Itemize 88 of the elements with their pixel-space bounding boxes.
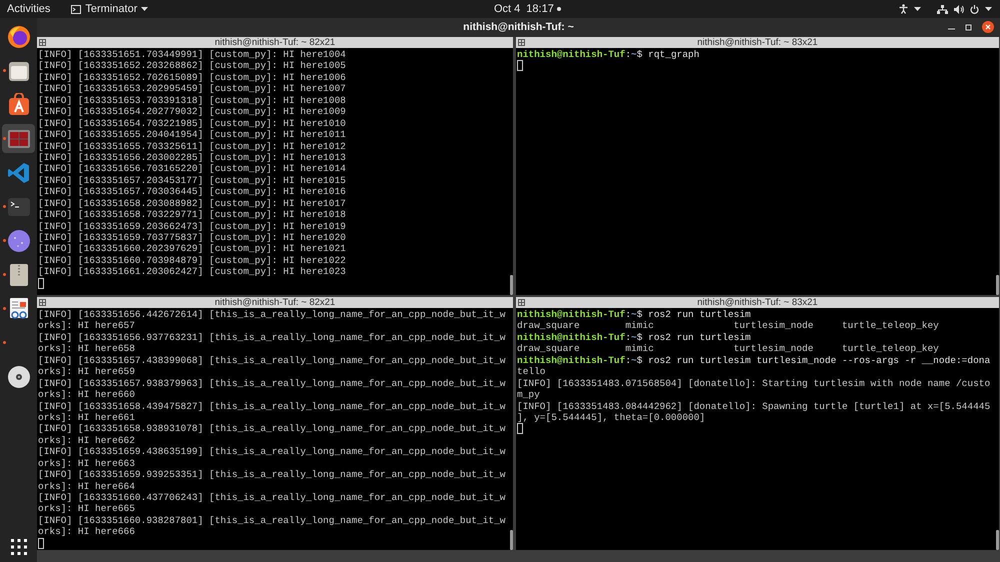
terminal-line: [INFO] [1633351661.203062427] [custom_py]: HI here1023 [38,266,346,278]
terminal-line: [INFO] [1633351651.703449991] [custom_py]: HI here1004 [38,49,346,60]
terminal-line: orks]: HI here657 [38,320,135,332]
terminal-line: [INFO] [1633351653.703391318] [custom_py]: HI here1008 [38,94,346,106]
terminal-line: draw_square mimic turtlesim_node turtle_teleop_key [517,320,939,332]
terminal-line: [INFO] [1633351656.442672614] [this_is_a_really_long_name_for_an_cpp_node_but_it_w [38,309,506,320]
terminal-line: [INFO] [1633351658.703229771] [custom_py]: HI here1018 [38,209,346,220]
terminal-line: nithish@nithish-Tuf:~$ rqt_graph [517,49,700,60]
terminal-line: orks]: HI here662 [38,434,135,446]
terminal-line: [INFO] [1633351655.703325611] [custom_py]: HI here1012 [38,140,346,152]
terminal-line: [INFO] [1633351660.437706243] [this_is_a_really_long_name_for_an_cpp_node_but_it_w [38,492,506,503]
orb-icon[interactable] [6,228,30,252]
caret-icon[interactable] [914,7,921,11]
code-editor-icon[interactable] [6,160,30,184]
scrollbar-thumb[interactable] [996,275,999,295]
caret-icon [141,7,148,11]
terminal-line: tello [517,366,546,378]
notification-dot-icon [557,7,561,11]
terminal-line: [INFO] [1633351652.702615089] [custom_py]: HI here1006 [38,72,346,83]
scrollbar-thumb[interactable] [510,275,513,295]
terminal-line: nithish@nithish-Tuf:~$ ros2 run turtlesim [517,309,751,320]
terminal-line: [INFO] [1633351653.202995459] [custom_py]: HI here1007 [38,83,346,94]
caret-icon[interactable] [985,7,992,11]
terminal-line: [INFO] [1633351660.938287801] [this_is_a_really_long_name_for_an_cpp_node_but_it_w [38,514,506,526]
shopping-bag-icon[interactable] [6,92,30,116]
grid-icon[interactable] [518,39,525,46]
terminal-line: [INFO] [1633351656.203002285] [custom_py]: HI here1013 [38,152,346,163]
terminal-line: orks]: HI here666 [38,526,135,538]
pane-title: nithish@nithish-Tuf: ~ 83x21 [697,297,818,308]
window-title: nithish@nithish-Tuf: ~ [463,20,574,35]
activities-button[interactable]: Activities [0,0,58,18]
app-menu[interactable]: Terminator [71,0,148,18]
terminal-line: [INFO] [1633351656.937763231] [this_is_a_really_long_name_for_an_cpp_node_but_it_w [38,332,506,343]
scrollbar-thumb[interactable] [996,530,999,550]
terminal-line: [INFO] [1633351655.204041954] [custom_py]: HI here1011 [38,129,346,140]
terminal-icon [71,4,82,14]
terminal-line: [INFO] [1633351658.938931078] [this_is_a_really_long_name_for_an_cpp_node_but_it_w [38,423,506,434]
terminal-line: orks]: HI here661 [38,412,135,423]
terminal-line: [INFO] [1633351658.439475827] [this_is_a_really_long_name_for_an_cpp_node_but_it_w [38,400,506,412]
terminal-line: [INFO] [1633351660.703984879] [custom_py]: HI here1022 [38,254,346,266]
terminal-line: nithish@nithish-Tuf:~$ ros2 run turtlesim turtlesim_node --ros-args -r __node:=dona [517,354,990,366]
terminal-line: [INFO] [1633351483.071568504] [donatello]: Starting turtlesim with node name /custo [517,378,990,389]
terminal-line: [INFO] [1633351657.703036445] [custom_py]: HI here1016 [38,186,346,198]
terminal-line: [INFO] [1633351660.202397629] [custom_py]: HI here1021 [38,243,346,254]
disc-icon[interactable] [6,364,30,388]
terminal-line: [INFO] [1633351652.203268862] [custom_py]: HI here1005 [38,60,346,72]
terminal-line: [INFO] [1633351657.938379963] [this_is_a_really_long_name_for_an_cpp_node_but_it_w [38,378,506,389]
terminal-line: [INFO] [1633351659.939253351] [this_is_a_really_long_name_for_an_cpp_node_but_it_w [38,469,506,480]
dock-highlight[interactable] [2,124,35,153]
clock[interactable]: Oct 4 18:17 [494,0,554,18]
volume-icon[interactable] [954,4,964,14]
pane-title: nithish@nithish-Tuf: ~ 83x21 [697,37,818,48]
terminal-line: orks]: HI here660 [38,389,135,400]
terminal-line: orks]: HI here665 [38,503,135,514]
grid-icon[interactable] [39,299,46,306]
cursor [38,538,44,549]
close-icon[interactable] [982,21,994,33]
terminal-line: [INFO] [1633351656.703165220] [custom_py]: HI here1014 [38,163,346,174]
cursor [517,423,523,434]
maximize-icon[interactable] [965,24,972,30]
scrollbar-thumb[interactable] [510,530,513,550]
pane-title: nithish@nithish-Tuf: ~ 82x21 [214,297,336,308]
terminal-line: orks]: HI here664 [38,480,135,492]
terminal-line: m_py [517,389,540,400]
terminal-line: [INFO] [1633351659.703775837] [custom_py]: HI here1020 [38,232,346,243]
terminal-line: [INFO] [1633351657.203453177] [custom_py]: HI here1015 [38,174,346,186]
terminal-line: [INFO] [1633351658.203088982] [custom_py]: HI here1017 [38,198,346,209]
accessibility-icon[interactable] [899,4,908,14]
terminal-line: orks]: HI here658 [38,343,135,354]
pane-title: nithish@nithish-Tuf: ~ 82x21 [214,37,336,48]
terminal-line: draw_square mimic turtlesim_node turtle_teleop_key [517,343,939,354]
cursor [517,60,523,72]
app-grid-icon[interactable] [10,538,28,556]
terminal-line: [INFO] [1633351657.438399068] [this_is_a_really_long_name_for_an_cpp_node_but_it_w [38,354,506,366]
terminal-line: orks]: HI here663 [38,458,135,469]
terminal-line: [INFO] [1633351654.703221985] [custom_py]: HI here1010 [38,118,346,129]
terminal-line: ], y=[5.544445], theta=[0.000000] [517,412,706,423]
power-icon[interactable] [970,4,979,14]
cursor [38,278,44,289]
terminal-line: [INFO] [1633351483.084442962] [donatello]: Spawning turtle [turtle1] at x=[5.544445 [517,400,990,412]
terminal-line: [INFO] [1633351659.438635199] [this_is_a_really_long_name_for_an_cpp_node_but_it_w [38,446,506,458]
grid-icon[interactable] [518,299,525,306]
terminal-line: [INFO] [1633351654.202779032] [custom_py]: HI here1009 [38,106,346,118]
terminal-line: orks]: HI here659 [38,366,135,378]
terminal-line: [INFO] [1633351659.203662473] [custom_py]: HI here1019 [38,220,346,232]
terminal-line: nithish@nithish-Tuf:~$ ros2 run turtlesim [517,332,751,343]
network-icon[interactable] [937,4,948,14]
grid-icon[interactable] [39,39,46,46]
